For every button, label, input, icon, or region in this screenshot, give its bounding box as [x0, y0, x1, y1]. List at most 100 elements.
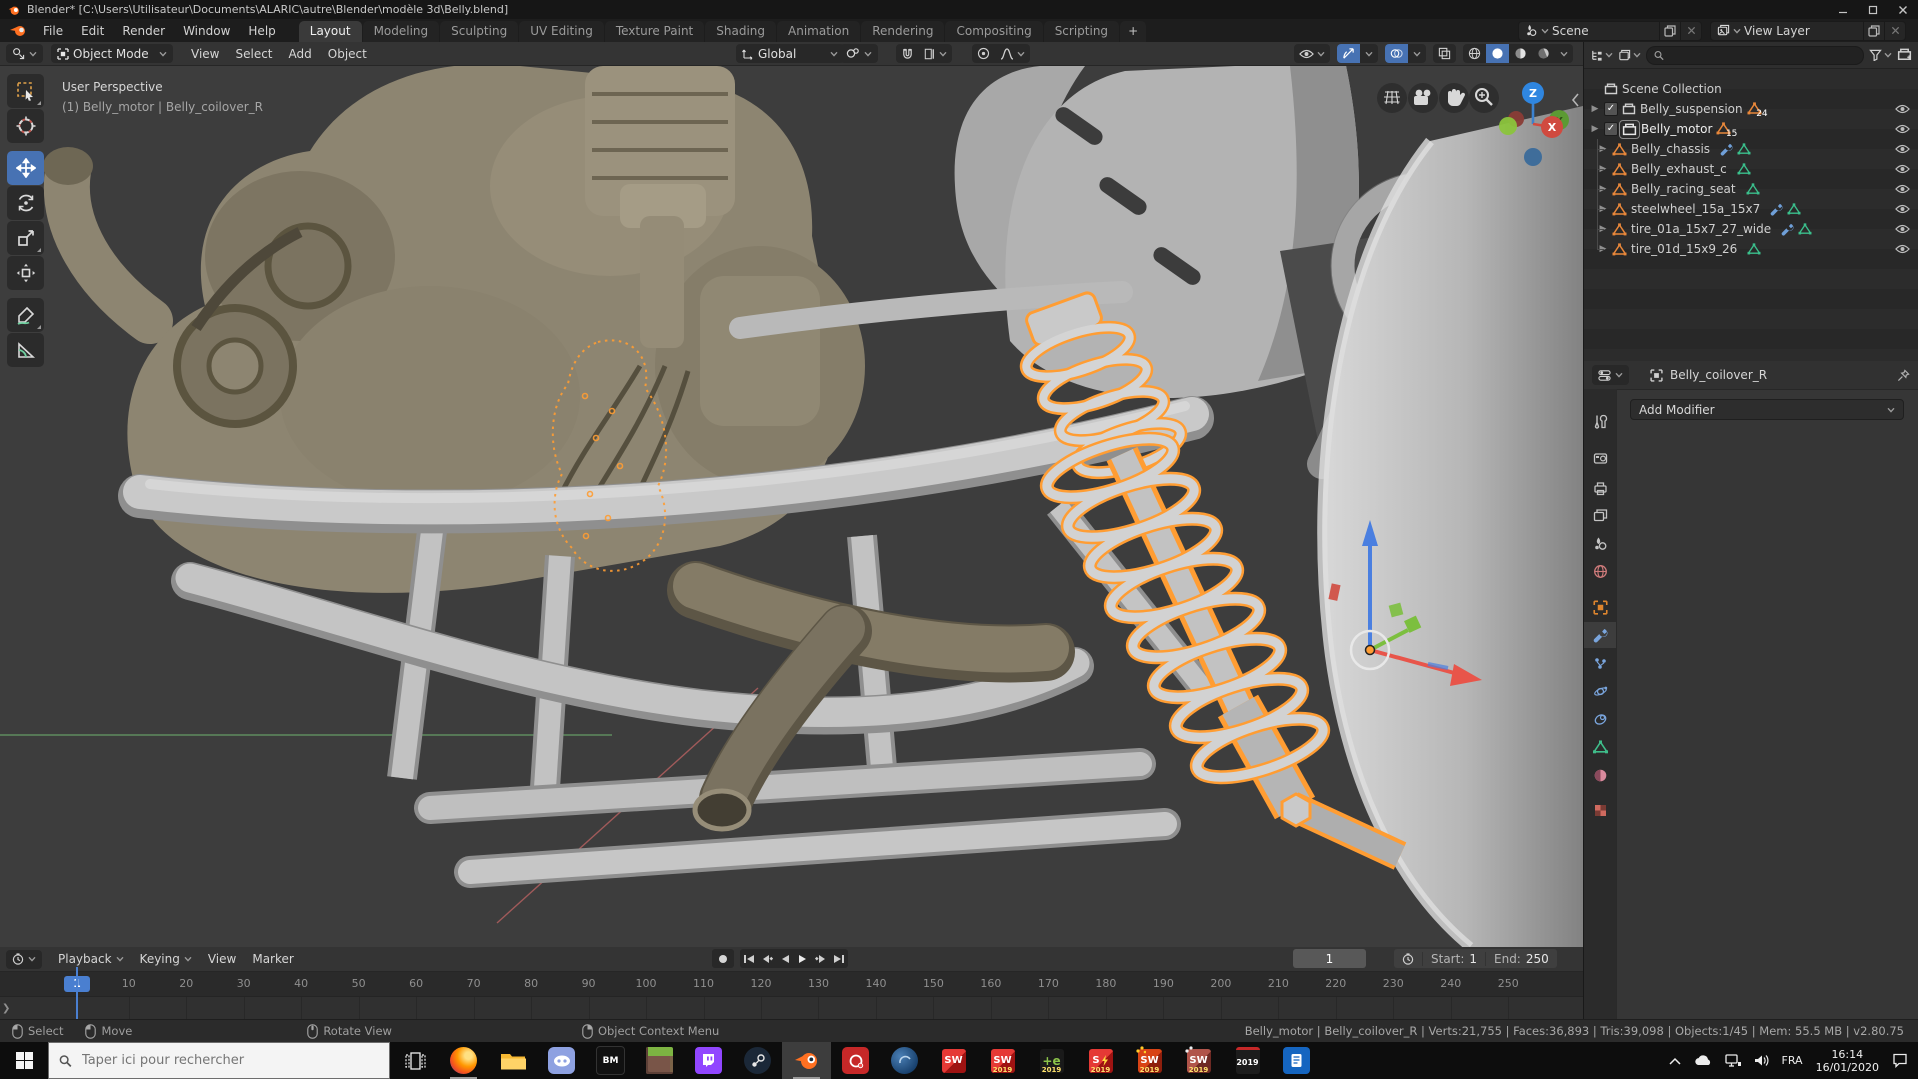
viewport-menu-object[interactable]: Object — [320, 45, 375, 63]
pan-view-button[interactable] — [1439, 83, 1469, 113]
volume-icon[interactable] — [1754, 1054, 1769, 1067]
camera-view-button[interactable] — [1408, 83, 1438, 113]
tab-texture-paint[interactable]: Texture Paint — [605, 21, 704, 42]
expand-icon[interactable]: ▶ — [1590, 104, 1600, 114]
gizmo-settings-dropdown[interactable] — [1360, 44, 1378, 63]
3d-scene[interactable]: Y X Z — [0, 66, 1583, 947]
transform-tool[interactable] — [7, 256, 44, 290]
tab-scripting[interactable]: Scripting — [1044, 21, 1119, 42]
zoom-view-button[interactable] — [1469, 83, 1499, 113]
taskbar-blue-app[interactable] — [880, 1042, 929, 1079]
playhead[interactable] — [76, 967, 78, 1019]
scale-tool[interactable] — [7, 221, 44, 255]
taskbar-file-explorer[interactable] — [488, 1042, 537, 1079]
taskbar-clock[interactable]: 16:14 16/01/2020 — [1816, 1048, 1879, 1074]
remove-view-layer-button[interactable] — [1884, 22, 1905, 40]
outliner-row-scene-collection[interactable]: Scene Collection — [1584, 79, 1918, 99]
tab-world[interactable] — [1584, 558, 1616, 584]
language-indicator[interactable]: FRA — [1782, 1054, 1803, 1067]
new-collection-button[interactable] — [1897, 46, 1912, 65]
menu-render[interactable]: Render — [113, 22, 174, 40]
eye-icon[interactable] — [1895, 224, 1910, 234]
new-scene-button[interactable] — [1659, 22, 1680, 40]
tab-output[interactable] — [1584, 475, 1616, 501]
timeline-ruler[interactable]: 1 10203040506070809010011012013014015016… — [0, 972, 1583, 997]
next-keyframe-button[interactable] — [812, 949, 830, 968]
jump-to-end-button[interactable] — [830, 949, 848, 968]
taskbar-firefox[interactable] — [439, 1042, 488, 1079]
eye-icon[interactable] — [1895, 184, 1910, 194]
eye-icon[interactable] — [1895, 164, 1910, 174]
viewport-menu-view[interactable]: View — [183, 45, 227, 63]
tab-object-data[interactable] — [1584, 734, 1616, 760]
tab-texture[interactable] — [1584, 797, 1616, 823]
pivot-point-dropdown[interactable] — [840, 44, 878, 63]
outliner-search-input[interactable] — [1668, 48, 1856, 62]
taskbar-sw-inspection-2019[interactable]: SW2019 — [1174, 1042, 1223, 1079]
outliner-row-belly-motor[interactable]: ▶ ✓ Belly_motor 15 — [1584, 119, 1918, 139]
tab-layout[interactable]: Layout — [299, 21, 362, 42]
tab-constraints[interactable] — [1584, 706, 1616, 732]
view-layer-selector[interactable]: View Layer — [1710, 21, 1906, 41]
tab-modeling[interactable]: Modeling — [363, 21, 440, 42]
action-center-icon[interactable] — [1892, 1053, 1908, 1068]
windows-search-input[interactable] — [80, 1052, 379, 1069]
timeline-menu-playback[interactable]: Playback — [50, 950, 132, 968]
timeline-menu-view[interactable]: View — [200, 950, 244, 968]
pin-icon[interactable] — [1897, 369, 1910, 382]
tab-compositing[interactable]: Compositing — [945, 21, 1042, 42]
shading-rendered-button[interactable] — [1532, 44, 1555, 63]
outliner-row-belly-suspension[interactable]: ▶ ✓ Belly_suspension 24 — [1584, 99, 1918, 119]
shading-material-button[interactable] — [1509, 44, 1532, 63]
play-reverse-button[interactable] — [776, 949, 794, 968]
measure-tool[interactable] — [7, 333, 44, 367]
outliner-row-steelwheel[interactable]: ▶ steelwheel_15a_15x7 — [1584, 199, 1918, 219]
toggle-perspective-button[interactable] — [1377, 83, 1407, 113]
xray-toggle[interactable] — [1433, 44, 1456, 63]
tab-animation[interactable]: Animation — [777, 21, 860, 42]
annotate-tool[interactable] — [7, 298, 44, 332]
timeline-editor-type-button[interactable] — [6, 950, 42, 969]
outliner-row-belly-exhaust[interactable]: ▶ Belly_exhaust_c — [1584, 159, 1918, 179]
menu-window[interactable]: Window — [174, 22, 239, 40]
taskbar-steam[interactable] — [733, 1042, 782, 1079]
tab-object[interactable] — [1584, 594, 1616, 620]
taskbar-twitch[interactable] — [684, 1042, 733, 1079]
viewport-menu-select[interactable]: Select — [227, 45, 280, 63]
eye-icon[interactable] — [1895, 124, 1910, 134]
transform-orientation-dropdown[interactable]: Global — [736, 44, 844, 63]
proportional-falloff-dropdown[interactable] — [995, 44, 1030, 63]
checkbox-checked[interactable]: ✓ — [1604, 102, 1618, 116]
record-button[interactable] — [712, 949, 734, 968]
tab-uv-editing[interactable]: UV Editing — [519, 21, 604, 42]
outliner-row-tire-01a[interactable]: ▶ tire_01a_15x7_27_wide — [1584, 219, 1918, 239]
properties-editor-type-button[interactable] — [1592, 365, 1629, 385]
outliner-filter-type-dropdown[interactable] — [1618, 49, 1641, 62]
start-button[interactable] — [0, 1042, 48, 1079]
taskbar-solidworks[interactable]: SW — [929, 1042, 978, 1079]
show-gizmo-toggle[interactable] — [1337, 44, 1360, 63]
overlays-settings-dropdown[interactable] — [1408, 44, 1426, 63]
tab-physics[interactable] — [1584, 678, 1616, 704]
taskbar-installer-2019[interactable]: 2019 — [1223, 1042, 1272, 1079]
unlink-scene-button[interactable] — [1680, 22, 1701, 40]
tab-tool[interactable] — [1584, 408, 1616, 434]
jump-to-start-button[interactable] — [740, 949, 758, 968]
eye-icon[interactable] — [1895, 104, 1910, 114]
use-preview-range-toggle[interactable] — [1394, 953, 1422, 965]
3d-viewport[interactable]: Y X Z User Perspective (1) Belly_motor |… — [0, 66, 1583, 947]
cursor-tool[interactable] — [7, 109, 44, 143]
tab-modifiers[interactable] — [1584, 622, 1616, 648]
windows-search-box[interactable] — [48, 1042, 390, 1079]
previous-keyframe-button[interactable] — [758, 949, 776, 968]
rotate-tool[interactable] — [7, 186, 44, 220]
viewport-menu-add[interactable]: Add — [281, 45, 320, 63]
taskbar-sw-visualize-2019[interactable]: S2019 — [1076, 1042, 1125, 1079]
taskbar-notes-app[interactable] — [1272, 1042, 1321, 1079]
taskbar-edrawings-2019[interactable]: +e2019 — [1027, 1042, 1076, 1079]
taskbar-discord[interactable] — [537, 1042, 586, 1079]
outliner-row-tire-01d[interactable]: ▶ tire_01d_15x9_26 — [1584, 239, 1918, 259]
menu-help[interactable]: Help — [239, 22, 284, 40]
tab-particles[interactable] — [1584, 650, 1616, 676]
scene-selector[interactable]: Scene — [1518, 21, 1702, 41]
